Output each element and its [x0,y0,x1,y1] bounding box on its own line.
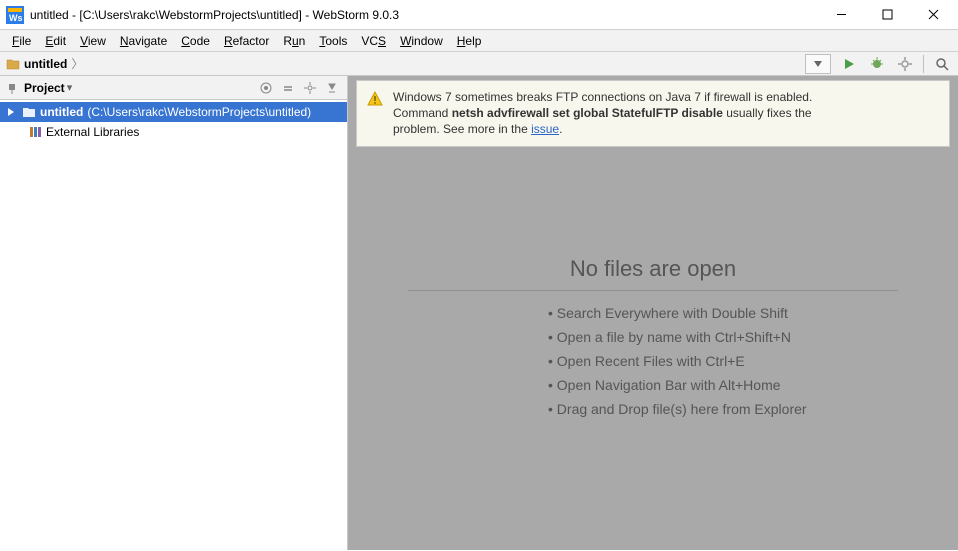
project-path: (C:\Users\rakc\WebstormProjects\untitled… [87,105,311,119]
notification-issue-link[interactable]: issue [531,122,559,136]
chevron-right-icon: 〉 [71,55,83,72]
menu-file[interactable]: File [6,32,37,50]
chevron-down-icon[interactable]: ▾ [67,81,73,94]
folder-icon [6,57,20,71]
chevron-right-icon[interactable] [6,107,16,117]
hint-nav-bar: • Open Navigation Bar with Alt+Home [348,377,958,393]
pin-icon[interactable] [6,82,18,94]
folder-icon [22,105,36,119]
run-button[interactable] [839,54,859,74]
empty-heading: No files are open [348,256,958,282]
menu-vcs[interactable]: VCS [355,32,392,50]
editor-area[interactable]: Windows 7 sometimes breaks FTP connectio… [348,76,958,550]
external-libraries-label: External Libraries [46,125,139,139]
project-tool-header: Project ▾ [0,76,347,100]
menu-view[interactable]: View [74,32,112,50]
project-tree[interactable]: untitled (C:\Users\rakc\WebstormProjects… [0,100,347,550]
search-everywhere-button[interactable] [932,54,952,74]
menu-help[interactable]: Help [451,32,488,50]
menu-window[interactable]: Window [394,32,449,50]
menu-navigate[interactable]: Navigate [114,32,173,50]
hint-recent-files: • Open Recent Files with Ctrl+E [348,353,958,369]
notification-panel: Windows 7 sometimes breaks FTP connectio… [356,80,950,147]
navigation-bar: untitled 〉 [0,52,958,76]
notification-text: Windows 7 sometimes breaks FTP connectio… [393,89,812,138]
menu-run[interactable]: Run [277,32,311,50]
autoscroll-to-source-button[interactable] [257,79,275,97]
collapse-all-button[interactable] [279,79,297,97]
menu-edit[interactable]: Edit [39,32,72,50]
window-title: untitled - [C:\Users\rakc\WebstormProjec… [30,8,818,22]
svg-text:Ws: Ws [9,13,23,23]
run-settings-button[interactable] [895,54,915,74]
menu-refactor[interactable]: Refactor [218,32,275,50]
menu-bar: File Edit View Navigate Code Refactor Ru… [0,30,958,52]
project-tool-window: Project ▾ untitled (C:\Users\rakc\Websto… [0,76,348,550]
divider [408,290,898,291]
warning-icon [367,91,383,107]
minimize-button[interactable] [818,1,864,29]
menu-tools[interactable]: Tools [313,32,353,50]
libraries-icon [28,125,42,139]
tool-settings-button[interactable] [301,79,319,97]
empty-editor-state: No files are open • Search Everywhere wi… [348,256,958,425]
menu-code[interactable]: Code [175,32,216,50]
tree-external-libraries[interactable]: External Libraries [0,122,347,142]
run-config-dropdown[interactable] [805,54,831,74]
project-tool-title[interactable]: Project [24,81,65,95]
close-button[interactable] [910,1,956,29]
hint-search-everywhere: • Search Everywhere with Double Shift [348,305,958,321]
debug-button[interactable] [867,54,887,74]
hint-drag-drop: • Drag and Drop file(s) here from Explor… [348,401,958,417]
hide-tool-button[interactable] [323,79,341,97]
maximize-button[interactable] [864,1,910,29]
title-bar: Ws untitled - [C:\Users\rakc\WebstormPro… [0,0,958,30]
project-name: untitled [40,105,83,119]
breadcrumb-root[interactable]: untitled [24,57,67,71]
webstorm-logo-icon: Ws [6,6,24,24]
hint-open-file: • Open a file by name with Ctrl+Shift+N [348,329,958,345]
tree-project-root[interactable]: untitled (C:\Users\rakc\WebstormProjects… [0,102,347,122]
